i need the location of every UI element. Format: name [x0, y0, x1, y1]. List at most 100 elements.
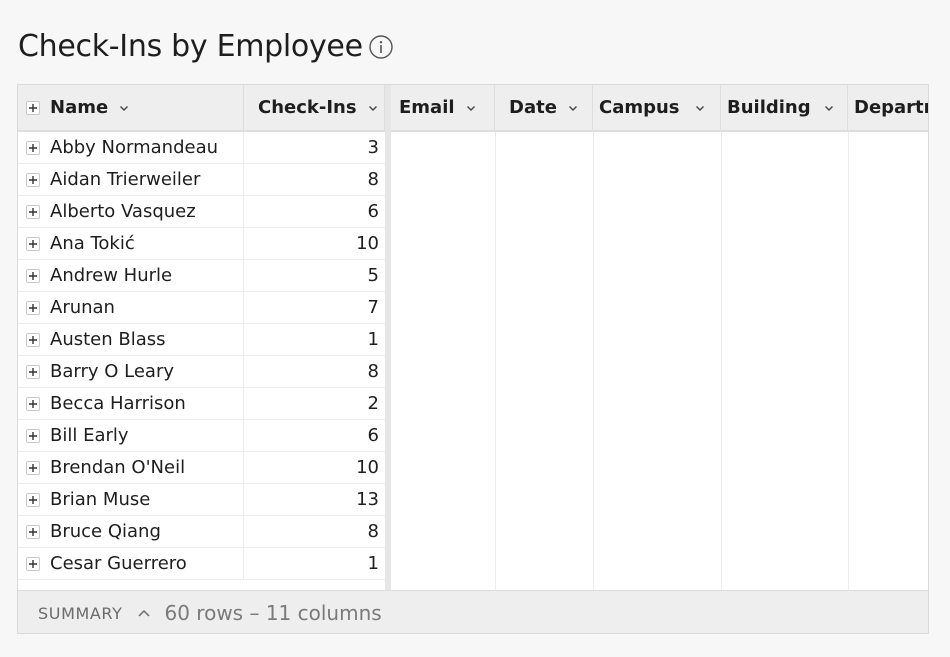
checkins-cell[interactable]: 1: [244, 324, 385, 355]
column-header-campus[interactable]: Campus: [593, 85, 721, 130]
chevron-up-icon[interactable]: [137, 608, 151, 618]
plus-icon[interactable]: [26, 204, 40, 219]
table-row[interactable]: Cesar Guerrero 1: [18, 548, 385, 580]
checkins-cell[interactable]: 10: [244, 228, 385, 259]
checkins-cell[interactable]: 6: [244, 420, 385, 451]
table-row[interactable]: Austen Blass 1: [18, 324, 385, 356]
chevron-down-icon[interactable]: [367, 102, 379, 114]
checkins-cell[interactable]: 8: [244, 164, 385, 195]
plus-icon[interactable]: [26, 140, 40, 155]
info-icon[interactable]: [369, 35, 393, 59]
plus-icon[interactable]: [26, 460, 40, 475]
column-header-name[interactable]: Name: [18, 85, 244, 130]
name-cell[interactable]: Cesar Guerrero: [18, 548, 244, 579]
plus-icon[interactable]: [26, 268, 40, 283]
plus-icon[interactable]: [26, 428, 40, 443]
column-label: Date: [509, 97, 557, 118]
page-root: Check-Ins by Employee Name Check-Ins Ema…: [0, 0, 950, 657]
summary-label[interactable]: SUMMARY: [38, 604, 123, 623]
checkins-cell[interactable]: 10: [244, 452, 385, 483]
title-row: Check-Ins by Employee: [18, 24, 393, 68]
summary-bar[interactable]: SUMMARY 60 rows – 11 columns: [18, 590, 928, 633]
plus-icon[interactable]: [26, 556, 40, 571]
table-row[interactable]: Alberto Vasquez 6: [18, 196, 385, 228]
page-title: Check-Ins by Employee: [18, 28, 363, 64]
name-cell[interactable]: Barry O Leary: [18, 356, 244, 387]
table-row[interactable]: Brian Muse 13: [18, 484, 385, 516]
plus-icon[interactable]: [26, 332, 40, 347]
column-header-date[interactable]: Date: [495, 85, 593, 130]
name-cell[interactable]: Andrew Hurle: [18, 260, 244, 291]
table-row[interactable]: Bill Early 6: [18, 420, 385, 452]
column-header-department[interactable]: Departm: [848, 85, 928, 130]
plus-icon[interactable]: [26, 364, 40, 379]
plus-icon[interactable]: [26, 236, 40, 251]
column-label: Name: [50, 97, 109, 118]
checkins-cell[interactable]: 6: [244, 196, 385, 227]
employee-name: Cesar Guerrero: [50, 553, 187, 574]
name-cell[interactable]: Aidan Trierweiler: [18, 164, 244, 195]
employee-name: Brian Muse: [50, 489, 151, 510]
chevron-down-icon[interactable]: [118, 102, 130, 114]
employee-name: Barry O Leary: [50, 361, 174, 382]
name-cell[interactable]: Alberto Vasquez: [18, 196, 244, 227]
employee-name: Becca Harrison: [50, 393, 186, 414]
table-row[interactable]: Aidan Trierweiler 8: [18, 164, 385, 196]
plus-icon[interactable]: [26, 396, 40, 411]
table-row[interactable]: Barry O Leary 8: [18, 356, 385, 388]
table-row[interactable]: Ana Tokić 10: [18, 228, 385, 260]
table-header: Name Check-Ins Email Date Campus Buildin…: [18, 85, 928, 132]
plus-icon[interactable]: [26, 492, 40, 507]
table-body: Abby Normandeau 3 Aidan Trierweiler 8 Albert…: [18, 132, 928, 590]
name-cell[interactable]: Ana Tokić: [18, 228, 244, 259]
table-row[interactable]: Becca Harrison 2: [18, 388, 385, 420]
checkins-cell[interactable]: 1: [244, 548, 385, 579]
table-row[interactable]: Andrew Hurle 5: [18, 260, 385, 292]
column-header-checkins[interactable]: Check-Ins: [244, 85, 385, 130]
table-row[interactable]: Abby Normandeau 3: [18, 132, 385, 164]
checkins-cell[interactable]: 3: [244, 132, 385, 163]
checkins-cell[interactable]: 13: [244, 484, 385, 515]
employee-name: Ana Tokić: [50, 233, 135, 254]
table-row[interactable]: Arunan 7: [18, 292, 385, 324]
summary-row-column-count: 60 rows – 11 columns: [164, 601, 382, 625]
name-cell[interactable]: Becca Harrison: [18, 388, 244, 419]
chevron-down-icon[interactable]: [465, 102, 477, 114]
checkins-cell[interactable]: 8: [244, 356, 385, 387]
name-cell[interactable]: Abby Normandeau: [18, 132, 244, 163]
employee-name: Alberto Vasquez: [50, 201, 196, 222]
name-cell[interactable]: Bill Early: [18, 420, 244, 451]
chevron-down-icon[interactable]: [567, 102, 579, 114]
plus-icon[interactable]: [26, 524, 40, 539]
column-header-email[interactable]: Email: [391, 85, 495, 130]
employee-name: Arunan: [50, 297, 115, 318]
employee-name: Andrew Hurle: [50, 265, 173, 286]
column-header-building[interactable]: Building: [721, 85, 848, 130]
checkins-cell[interactable]: 2: [244, 388, 385, 419]
column-label: Check-Ins: [258, 97, 357, 118]
plus-icon[interactable]: [26, 300, 40, 315]
employee-name: Brendan O'Neil: [50, 457, 186, 478]
plus-icon[interactable]: [26, 172, 40, 187]
employee-name: Austen Blass: [50, 329, 166, 350]
table-row[interactable]: Bruce Qiang 8: [18, 516, 385, 548]
name-cell[interactable]: Brian Muse: [18, 484, 244, 515]
column-label: Departm: [854, 97, 928, 118]
data-table: Name Check-Ins Email Date Campus Buildin…: [17, 84, 929, 634]
expand-all-icon[interactable]: [26, 100, 40, 115]
chevron-down-icon[interactable]: [823, 102, 835, 114]
checkins-cell[interactable]: 8: [244, 516, 385, 547]
employee-name: Bruce Qiang: [50, 521, 161, 542]
table-row[interactable]: Brendan O'Neil 10: [18, 452, 385, 484]
name-cell[interactable]: Austen Blass: [18, 324, 244, 355]
chevron-down-icon[interactable]: [694, 102, 706, 114]
checkins-cell[interactable]: 5: [244, 260, 385, 291]
employee-name: Abby Normandeau: [50, 137, 219, 158]
checkins-cell[interactable]: 7: [244, 292, 385, 323]
name-cell[interactable]: Brendan O'Neil: [18, 452, 244, 483]
name-cell[interactable]: Arunan: [18, 292, 244, 323]
column-label: Campus: [599, 97, 680, 118]
name-cell[interactable]: Bruce Qiang: [18, 516, 244, 547]
employee-name: Bill Early: [50, 425, 129, 446]
column-label: Email: [399, 97, 455, 118]
